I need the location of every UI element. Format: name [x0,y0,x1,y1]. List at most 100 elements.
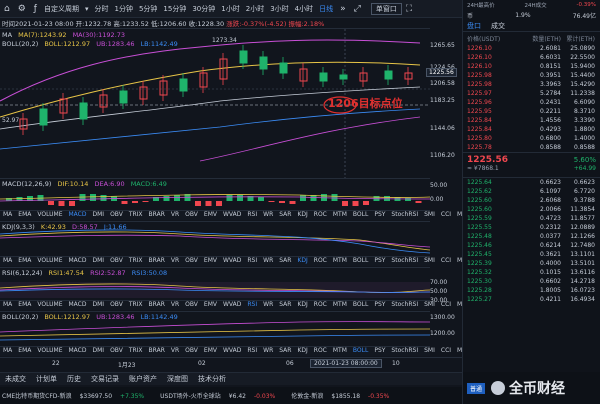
indicator-tab[interactable]: CCI [441,301,451,308]
bid-row[interactable]: 1225.60 2.0066 11.3854 [463,205,600,214]
indicator-icon[interactable]: ƒ [34,4,37,14]
indicator-tab[interactable]: KDJ [297,301,307,308]
window-mode-select[interactable]: 单窗口 [370,2,402,15]
indicator-tab[interactable]: BRAR [149,301,165,308]
account-tab[interactable]: 技术分析 [198,374,226,384]
macd-pane[interactable]: MACD(12,26,9) DIF:10.14 DEA:6.90 MACD:6.… [0,178,430,208]
indicator-tab[interactable]: TRIX [129,211,143,218]
indicator-tab[interactable]: EMA [18,257,31,264]
period-tab[interactable]: 15分钟 [163,4,186,14]
period-tab[interactable]: 日线 [319,4,333,14]
chevron-down-icon[interactable]: ▾ [85,5,89,13]
indicator-tab[interactable]: VR [171,257,179,264]
indicator-tab[interactable]: RSI [247,211,257,218]
ask-row[interactable]: 1225.84 1.4556 3.3390 [463,116,600,125]
bid-row[interactable]: 1225.62 6.1097 6.7720 [463,187,600,196]
indicator-tab[interactable]: MACD [68,257,86,264]
indicator-tab[interactable]: StochRSI [391,257,418,264]
period-tab[interactable]: 1小时 [221,4,239,14]
bid-row[interactable]: 1225.48 0.0377 12.1266 [463,232,600,241]
indicator-tab[interactable]: WR [263,257,273,264]
bid-row[interactable]: 1225.27 0.4211 16.4934 [463,295,600,304]
indicator-tab[interactable]: CCI [441,257,451,264]
bid-row[interactable]: 1225.28 1.8005 16.0723 [463,286,600,295]
indicator-tab[interactable]: TRIX [129,257,143,264]
indicator-tab[interactable]: MA [3,211,12,218]
indicator-tab[interactable]: StochRSI [391,347,418,354]
indicator-tab[interactable]: SAR [279,257,291,264]
expand-icon[interactable]: ⛶ [406,4,412,14]
custom-period-button[interactable]: 自定义周期 [44,4,79,14]
indicator-tab[interactable]: DMI [92,301,104,308]
indicator-tab[interactable]: DMI [92,211,104,218]
indicator-tab[interactable]: VOLUME [37,301,62,308]
indicator-tab[interactable]: MACD [68,347,86,354]
fullscreen-icon[interactable]: ⤢ [354,4,361,14]
indicator-tab[interactable]: KDJ [297,257,307,264]
indicator-tab[interactable]: CCI [441,211,451,218]
indicator-tab[interactable]: KDJ [297,347,307,354]
indicator-tab[interactable]: MTM [333,301,347,308]
indicator-tab[interactable]: BOLL [353,211,368,218]
period-tab[interactable]: 4小时 [295,4,313,14]
indicator-tab[interactable]: OBV [185,257,198,264]
indicator-tab[interactable]: OBV [110,257,123,264]
bid-row[interactable]: 1225.59 0.4723 11.8577 [463,214,600,223]
indicator-tab[interactable]: WR [263,301,273,308]
indicator-tab[interactable]: MACD [68,301,86,308]
indicator-tab[interactable]: VOLUME [37,257,62,264]
ask-row[interactable]: 1225.98 3.3963 15.4290 [463,80,600,89]
indicator-tab[interactable]: CCI [441,347,451,354]
indicator-tab[interactable]: OBV [185,301,198,308]
indicator-tab[interactable]: PSY [374,301,385,308]
indicator-tab[interactable]: ROC [314,211,327,218]
indicator-tab[interactable]: PSY [374,257,385,264]
period-tab[interactable]: 5分钟 [139,4,157,14]
indicator-tab[interactable]: DMI [92,257,104,264]
ticker-item[interactable]: 伦敦金-新浪 $1855.18 -0.35% [291,391,397,400]
indicator-tab[interactable]: BRAR [149,257,165,264]
account-tab[interactable]: 深度图 [167,374,188,384]
ask-row[interactable]: 1226.10 0.8151 15.9400 [463,62,600,71]
bid-row[interactable]: 1225.32 0.1015 13.6116 [463,268,600,277]
bid-row[interactable]: 1225.46 0.6214 12.7480 [463,241,600,250]
indicator-tab[interactable]: SMI [424,211,435,218]
indicator-tab[interactable]: BOLL [353,257,368,264]
indicator-tab[interactable]: SAR [279,347,291,354]
indicator-tab[interactable]: EMV [204,257,217,264]
indicator-tab[interactable]: PSY [374,211,385,218]
indicator-tab[interactable]: MTM [333,347,347,354]
indicator-tab[interactable]: WVAD [223,347,241,354]
ticker-item[interactable]: CME比特币期货CFD-新浪 $33697.50 +7.35% [2,391,152,400]
indicator-tab[interactable]: MA [3,347,12,354]
indicator-tab[interactable]: BRAR [149,347,165,354]
indicator-tab[interactable]: ROC [314,301,327,308]
account-tab[interactable]: 未成交 [5,374,26,384]
ask-row[interactable]: 1225.96 0.2431 6.6090 [463,98,600,107]
ask-row[interactable]: 1225.95 0.2211 8.3710 [463,107,600,116]
indicator-tab[interactable]: WR [263,211,273,218]
account-tab[interactable]: 账户资产 [129,374,157,384]
period-tab[interactable]: 30分钟 [192,4,215,14]
indicator-tab[interactable]: VOLUME [37,211,62,218]
bid-row[interactable]: 1225.60 2.6068 9.3788 [463,196,600,205]
indicator-tab[interactable]: OBV [110,347,123,354]
account-tab[interactable]: 计划单 [36,374,57,384]
indicator-tab[interactable]: StochRSI [391,301,418,308]
ask-row[interactable]: 1225.80 0.6800 1.4000 [463,134,600,143]
ticker-item[interactable]: USDT场外-火币全球站 ¥6.42 -0.03% [160,391,283,400]
indicator-tab[interactable]: SMI [424,347,435,354]
home-icon[interactable]: ⌂ [4,4,10,14]
main-chart-pane[interactable]: MA MA(7):1243.92 MA(30):1192.73 BOLL(20,… [0,28,430,179]
indicator-tab[interactable]: BRAR [149,211,165,218]
indicator-tab[interactable]: ROC [314,257,327,264]
indicator-tab[interactable]: VR [171,301,179,308]
indicator-tab[interactable]: MTM [333,211,347,218]
indicator-tab[interactable]: SMI [424,257,435,264]
boll-pane[interactable]: BOLL(20,2) BOLL:1212.97 UB:1283.46 LB:11… [0,311,430,345]
indicator-tab[interactable]: MTM [333,257,347,264]
indicator-tab[interactable]: WVAD [223,301,241,308]
indicator-tab[interactable]: RSI [247,301,257,308]
indicator-tab[interactable]: TRIX [129,301,143,308]
period-tab[interactable]: 2小时 [246,4,264,14]
